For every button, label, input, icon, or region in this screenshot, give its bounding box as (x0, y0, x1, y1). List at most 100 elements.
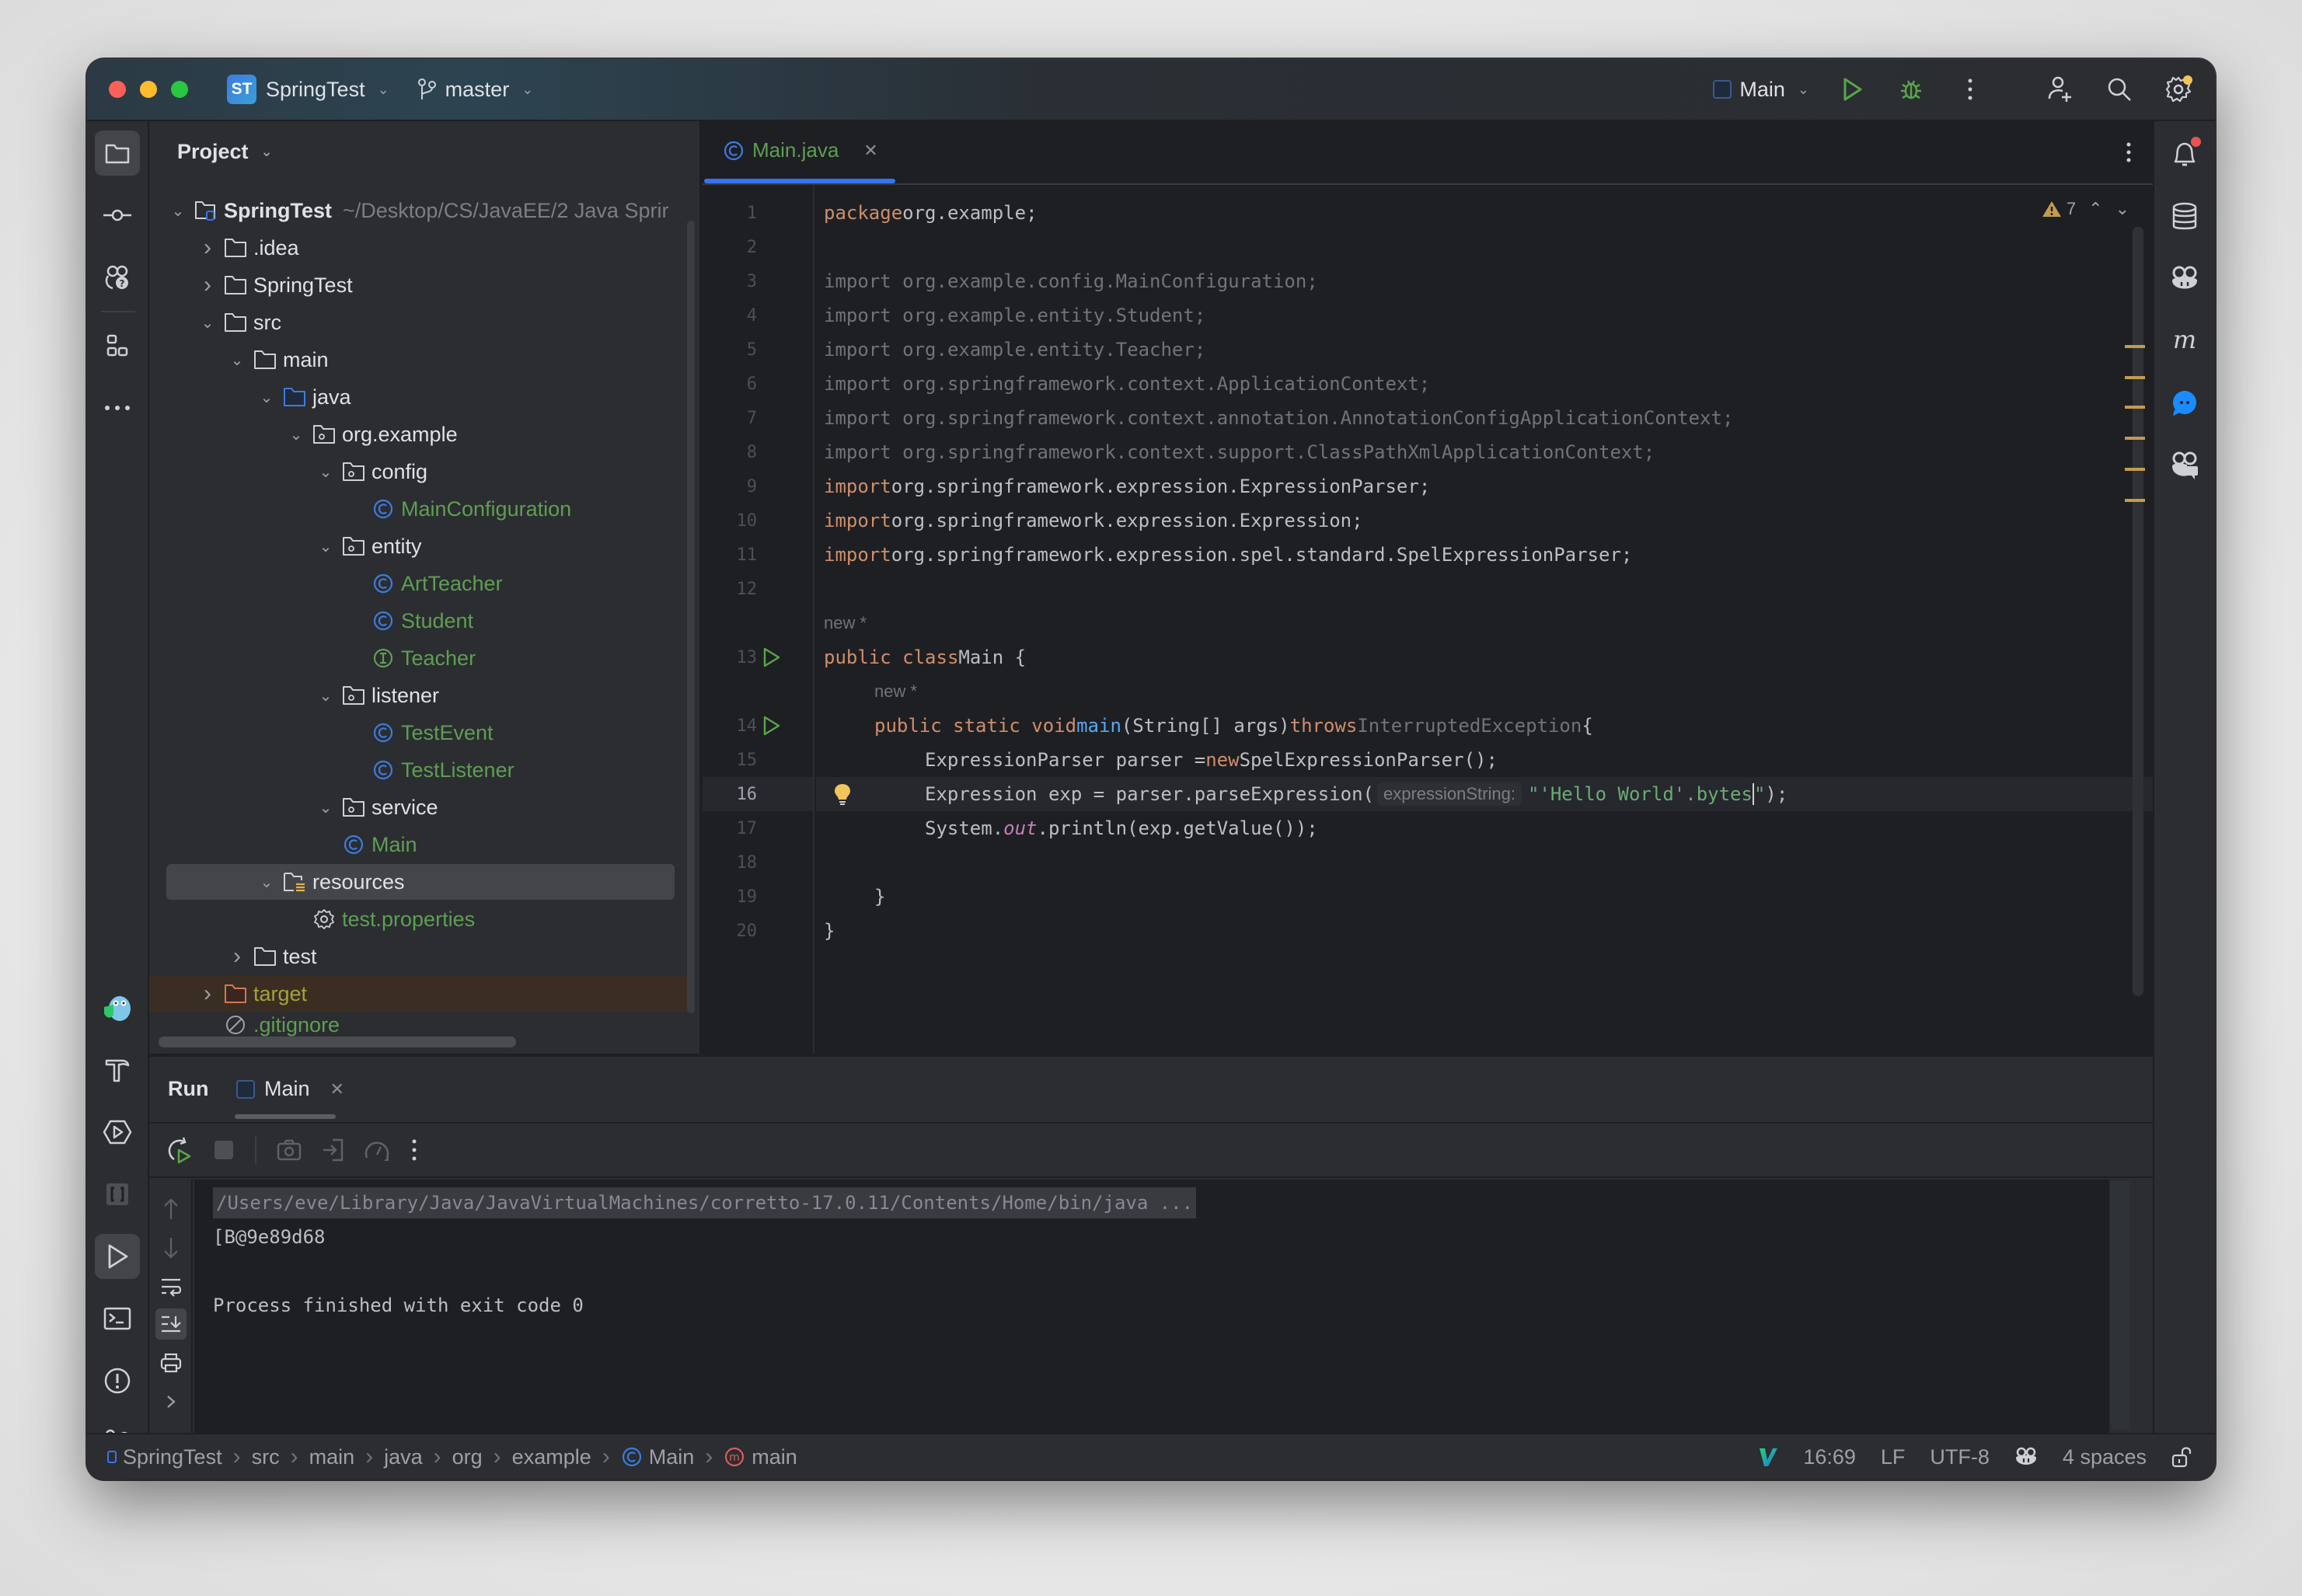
editor-vertical-scrollbar[interactable] (2133, 227, 2143, 996)
chevron-right-icon[interactable]: › (196, 235, 219, 261)
previous-highlight-icon[interactable]: ⌃ (2088, 199, 2102, 219)
tree-horizontal-scrollbar[interactable] (159, 1037, 516, 1047)
run-config-selector[interactable]: Main ⌄ (1713, 78, 1809, 102)
indent-setting[interactable]: 4 spaces (2063, 1445, 2147, 1469)
scroll-up-button[interactable] (155, 1194, 187, 1225)
json-plugin-button[interactable] (95, 1172, 140, 1217)
stop-icon[interactable] (213, 1139, 235, 1161)
run-button[interactable] (1836, 73, 1868, 106)
project-tool-button[interactable] (95, 131, 140, 176)
commit-tool-button[interactable] (95, 193, 140, 238)
tree-item[interactable]: ⌄ entity (149, 528, 687, 564)
warning-stripe-mark[interactable] (2125, 406, 2145, 409)
chevron-down-icon[interactable]: ⌄ (196, 313, 219, 333)
tree-item[interactable]: Teacher (149, 640, 687, 676)
caret-position[interactable]: 16:69 (1803, 1445, 1856, 1469)
warning-stripe-mark[interactable] (2125, 468, 2145, 471)
author-hint[interactable]: new * (816, 674, 2153, 709)
soft-wrap-button[interactable] (155, 1271, 187, 1302)
copilot-status-icon[interactable] (2014, 1446, 2038, 1468)
chevron-down-icon[interactable]: ⌄ (225, 350, 249, 370)
ai-help-tool-button[interactable]: ? (95, 255, 140, 300)
chevron-down-icon[interactable]: ⌄ (255, 388, 278, 407)
terminal-tool-button[interactable] (95, 1296, 140, 1341)
tree-item[interactable]: Main (149, 827, 687, 862)
tree-item[interactable]: .gitignore (149, 1013, 687, 1037)
warnings-indicator[interactable]: 7 (2042, 199, 2076, 219)
breadcrumb-item[interactable]: Main (621, 1445, 694, 1469)
tree-item[interactable]: › test (149, 939, 687, 974)
tree-item[interactable]: ⌄ java (149, 379, 687, 415)
more-actions-button[interactable] (1954, 73, 1986, 106)
tree-item[interactable]: ⌄ config (149, 454, 687, 490)
breadcrumb-item[interactable]: example (512, 1445, 591, 1469)
tree-item[interactable]: ⌄ src (149, 305, 687, 340)
author-hint[interactable]: new * (816, 606, 2153, 640)
tree-item[interactable]: ⌄ service (149, 789, 687, 825)
code-area[interactable]: package org.example; import org.example.c… (816, 185, 2153, 1054)
warning-stripe-mark[interactable] (2125, 376, 2145, 379)
tree-vertical-scrollbar[interactable] (687, 221, 695, 1013)
run-gutter-icon[interactable] (762, 709, 785, 743)
close-tab-icon[interactable]: ✕ (863, 141, 877, 161)
database-tool-button[interactable] (2165, 197, 2204, 236)
project-view-selector[interactable]: Project ⌄ (177, 140, 273, 164)
tab-main-java[interactable]: Main.java ✕ (723, 138, 878, 162)
file-encoding[interactable]: UTF-8 (1930, 1445, 1990, 1469)
settings-button[interactable] (2162, 73, 2195, 106)
breadcrumb-item[interactable]: SpringTest (107, 1445, 222, 1469)
unlock-icon[interactable] (2171, 1445, 2192, 1469)
editor-tab-menu-button[interactable] (2125, 141, 2133, 163)
branch-switcher[interactable]: master ⌄ (417, 78, 533, 102)
line-separator[interactable]: LF (1881, 1445, 1906, 1469)
problems-tool-button[interactable] (95, 1358, 140, 1403)
expand-toolbar-button[interactable] (155, 1386, 187, 1417)
chevron-down-icon[interactable]: ⌄ (314, 798, 337, 817)
breadcrumb-item[interactable]: org (452, 1445, 483, 1469)
debug-button[interactable] (1895, 73, 1927, 106)
tree-item[interactable]: ArtTeacher (149, 566, 687, 601)
chevron-down-icon[interactable]: ⌄ (255, 873, 278, 892)
tree-item[interactable]: › .idea (149, 230, 687, 266)
tree-item[interactable]: test.properties (149, 901, 687, 937)
chevron-right-icon[interactable]: › (196, 272, 219, 298)
tree-item[interactable]: Student (149, 603, 687, 639)
scroll-to-end-button[interactable] (155, 1309, 187, 1340)
copilot-chat-tool-button[interactable] (2165, 446, 2204, 485)
run-tab-main[interactable]: Main ✕ (236, 1077, 344, 1101)
print-button[interactable] (155, 1347, 187, 1378)
exit-icon[interactable] (322, 1138, 344, 1162)
chevron-down-icon[interactable]: ⌄ (166, 201, 190, 221)
copilot-tool-button[interactable] (2165, 260, 2204, 298)
zoom-window-button[interactable] (171, 81, 188, 98)
chevron-down-icon[interactable]: ⌄ (314, 462, 337, 482)
gopher-plugin-button[interactable] (95, 985, 140, 1030)
close-run-tab-icon[interactable]: ✕ (330, 1079, 344, 1099)
chevron-down-icon[interactable]: ⌄ (314, 537, 337, 556)
tree-item[interactable]: ⌄ main (149, 342, 687, 378)
scroll-down-button[interactable] (155, 1232, 187, 1263)
minimize-window-button[interactable] (140, 81, 157, 98)
chevron-down-icon[interactable]: ⌄ (284, 425, 308, 444)
warning-stripe-mark[interactable] (2125, 437, 2145, 440)
profiler-icon[interactable] (364, 1138, 390, 1162)
run-tool-button[interactable] (95, 1234, 140, 1279)
build-tool-button[interactable] (95, 1047, 140, 1092)
inspections-widget[interactable]: 7 ⌃ ⌄ (2042, 199, 2129, 219)
camera-icon[interactable] (277, 1138, 302, 1162)
chat-tool-button[interactable] (2165, 384, 2204, 423)
next-highlight-icon[interactable]: ⌄ (2115, 199, 2129, 219)
intention-bulb-icon[interactable] (833, 782, 852, 806)
notifications-button[interactable] (2165, 135, 2204, 174)
console-scrollbar[interactable] (2109, 1180, 2131, 1433)
tree-item[interactable]: TestListener (149, 752, 687, 788)
more-tools-button[interactable] (95, 385, 140, 430)
breadcrumb-item[interactable]: main (309, 1445, 355, 1469)
search-everywhere-button[interactable] (2103, 73, 2136, 106)
warning-stripe-mark[interactable] (2125, 499, 2145, 502)
breadcrumb-item[interactable]: src (252, 1445, 280, 1469)
tree-item[interactable]: › target (149, 976, 687, 1012)
tree-item[interactable]: ⌄ org.example (149, 416, 687, 452)
run-gutter-icon[interactable] (762, 640, 785, 674)
close-window-button[interactable] (109, 81, 126, 98)
